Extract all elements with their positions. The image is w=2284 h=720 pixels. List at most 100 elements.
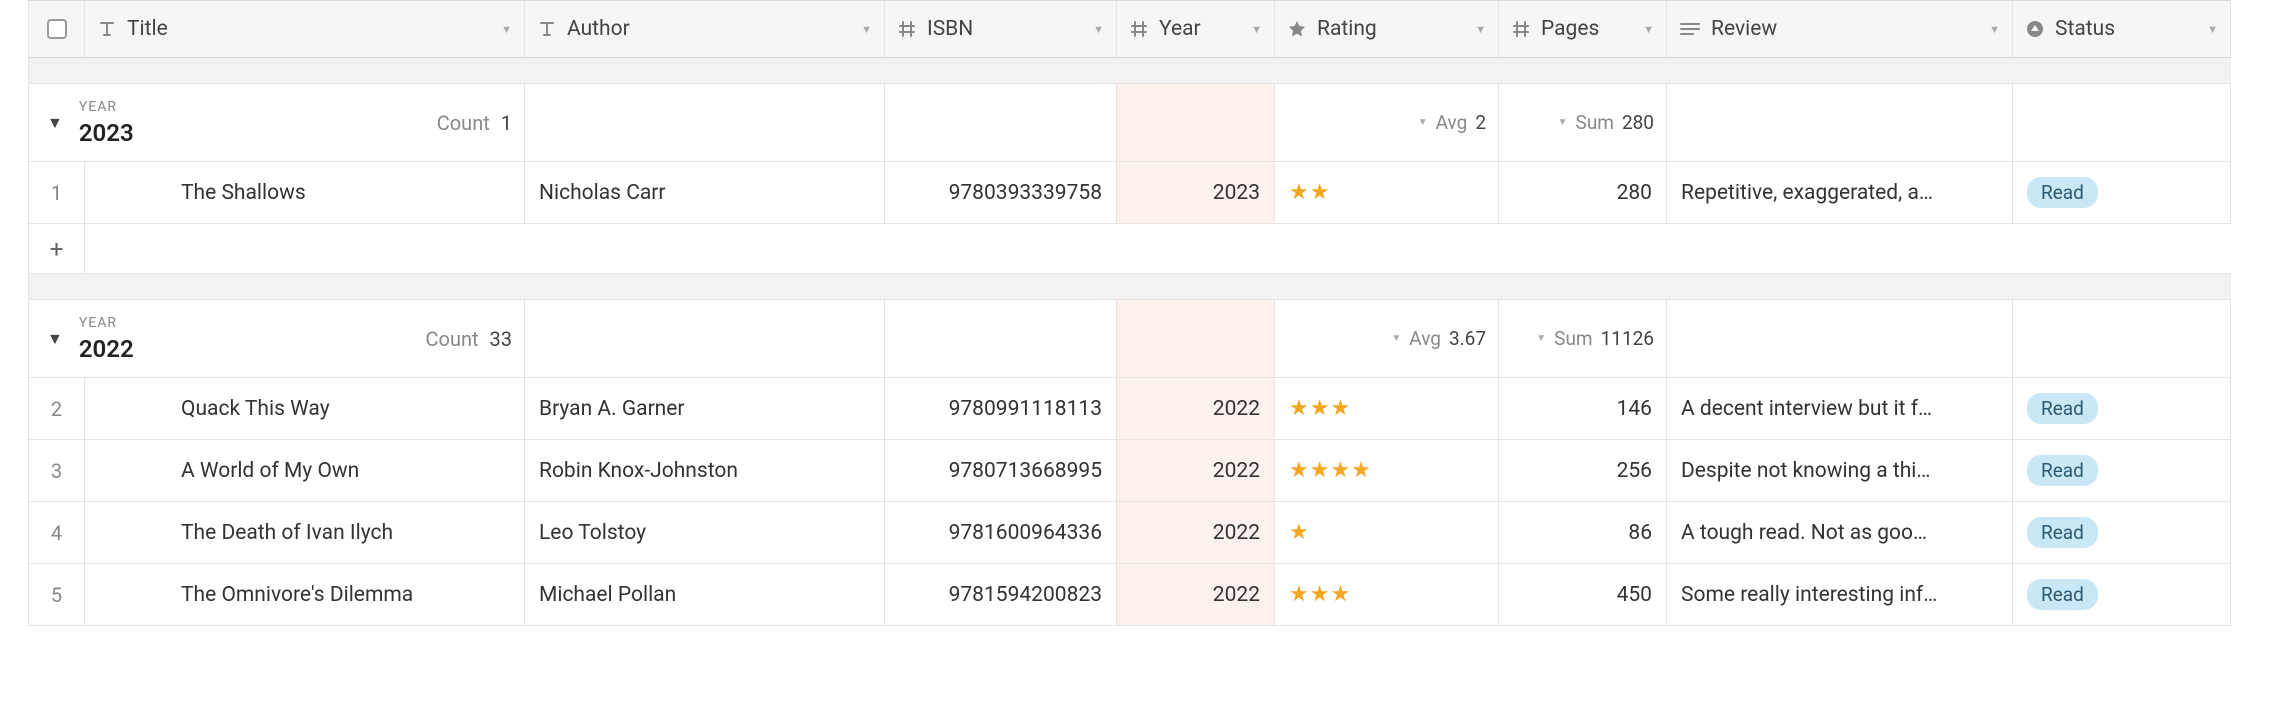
- column-header-rating[interactable]: Rating ▼: [1275, 0, 1499, 58]
- longtext-type-icon: [1679, 19, 1701, 39]
- group-rating-avg[interactable]: ▼Avg3.67: [1275, 300, 1499, 378]
- column-status-label: Status: [2055, 17, 2203, 41]
- cell-year[interactable]: 2022: [1117, 502, 1275, 564]
- status-badge: Read: [2027, 517, 2098, 548]
- cell-title[interactable]: A World of My Own: [85, 440, 525, 502]
- cell-rating[interactable]: ★★★★: [1275, 440, 1499, 502]
- chevron-down-icon[interactable]: ▼: [1093, 23, 1104, 36]
- cell-rating[interactable]: ★: [1275, 502, 1499, 564]
- cell-isbn[interactable]: 9781594200823: [885, 564, 1117, 626]
- chevron-down-icon[interactable]: ▼: [1475, 23, 1486, 36]
- collapse-icon[interactable]: ▼: [47, 113, 63, 133]
- cell-author[interactable]: Michael Pollan: [525, 564, 885, 626]
- chevron-down-icon[interactable]: ▼: [861, 23, 872, 36]
- collapse-icon[interactable]: ▼: [47, 329, 63, 349]
- cell-review[interactable]: Repetitive, exaggerated, a…: [1667, 162, 2013, 224]
- group-count: Count 1: [437, 111, 512, 135]
- star-icon: ★★★★: [1289, 458, 1372, 483]
- group-value: 2023: [79, 119, 134, 147]
- column-header-year[interactable]: Year ▼: [1117, 0, 1275, 58]
- select-type-icon: [2025, 19, 2045, 39]
- plus-icon[interactable]: +: [29, 224, 85, 273]
- group-rating-avg[interactable]: ▼Avg2: [1275, 84, 1499, 162]
- group-spacer: [29, 274, 2231, 300]
- row-index[interactable]: 3: [29, 440, 85, 502]
- group-spacer: [29, 58, 2231, 84]
- row-index[interactable]: 1: [29, 162, 85, 224]
- add-row[interactable]: +: [29, 224, 2231, 274]
- cell-isbn[interactable]: 9780991118113: [885, 378, 1117, 440]
- cell-status[interactable]: Read: [2013, 502, 2231, 564]
- cell-title[interactable]: Quack This Way: [85, 378, 525, 440]
- column-header-author[interactable]: Author ▼: [525, 0, 885, 58]
- cell-pages[interactable]: 280: [1499, 162, 1667, 224]
- cell-rating[interactable]: ★★: [1275, 162, 1499, 224]
- column-rating-label: Rating: [1317, 17, 1471, 41]
- column-header-status[interactable]: Status ▼: [2013, 0, 2231, 58]
- cell-rating[interactable]: ★★★: [1275, 378, 1499, 440]
- cell-status[interactable]: Read: [2013, 564, 2231, 626]
- status-badge: Read: [2027, 393, 2098, 424]
- cell-author[interactable]: Leo Tolstoy: [525, 502, 885, 564]
- star-icon: ★★★: [1289, 582, 1351, 607]
- cell-author[interactable]: Robin Knox-Johnston: [525, 440, 885, 502]
- group-count: Count 33: [426, 327, 512, 351]
- cell-status[interactable]: Read: [2013, 378, 2231, 440]
- cell-year[interactable]: 2022: [1117, 564, 1275, 626]
- column-header-review[interactable]: Review ▼: [1667, 0, 2013, 58]
- cell-pages[interactable]: 86: [1499, 502, 1667, 564]
- cell-isbn[interactable]: 9780713668995: [885, 440, 1117, 502]
- cell-isbn[interactable]: 9781600964336: [885, 502, 1117, 564]
- row-index[interactable]: 4: [29, 502, 85, 564]
- cell-year[interactable]: 2022: [1117, 440, 1275, 502]
- row-index[interactable]: 2: [29, 378, 85, 440]
- chevron-down-icon: ▼: [1536, 333, 1546, 344]
- chevron-down-icon[interactable]: ▼: [1251, 23, 1262, 36]
- row-index[interactable]: 5: [29, 564, 85, 626]
- cell-rating[interactable]: ★★★: [1275, 564, 1499, 626]
- chevron-down-icon[interactable]: ▼: [1643, 23, 1654, 36]
- cell-review[interactable]: Despite not knowing a thi…: [1667, 440, 2013, 502]
- cell-year[interactable]: 2022: [1117, 378, 1275, 440]
- cell-status[interactable]: Read: [2013, 440, 2231, 502]
- select-all-checkbox[interactable]: [47, 19, 67, 39]
- group-header[interactable]: ▼YEAR2022Count 33: [29, 300, 525, 378]
- column-header-title[interactable]: Title ▼: [85, 0, 525, 58]
- cell-status[interactable]: Read: [2013, 162, 2231, 224]
- chevron-down-icon: ▼: [1558, 117, 1568, 128]
- header-checkbox-cell[interactable]: [29, 0, 85, 58]
- number-type-icon: [1129, 19, 1149, 39]
- chevron-down-icon: ▼: [1391, 333, 1401, 344]
- star-icon: ★★★: [1289, 396, 1351, 421]
- group-pages-sum[interactable]: ▼Sum11126: [1499, 300, 1667, 378]
- group-pages-sum[interactable]: ▼Sum280: [1499, 84, 1667, 162]
- column-header-isbn[interactable]: ISBN ▼: [885, 0, 1117, 58]
- cell-title[interactable]: The Shallows: [85, 162, 525, 224]
- cell-pages[interactable]: 146: [1499, 378, 1667, 440]
- cell-review[interactable]: A tough read. Not as goo…: [1667, 502, 2013, 564]
- group-field-label: YEAR: [79, 99, 134, 115]
- cell-pages[interactable]: 256: [1499, 440, 1667, 502]
- group-cell-blank: [2013, 300, 2231, 378]
- cell-year[interactable]: 2023: [1117, 162, 1275, 224]
- cell-title[interactable]: The Omnivore's Dilemma: [85, 564, 525, 626]
- cell-author[interactable]: Nicholas Carr: [525, 162, 885, 224]
- column-pages-label: Pages: [1541, 17, 1639, 41]
- group-field-label: YEAR: [79, 315, 134, 331]
- cell-author[interactable]: Bryan A. Garner: [525, 378, 885, 440]
- chevron-down-icon: ▼: [1418, 117, 1428, 128]
- chevron-down-icon[interactable]: ▼: [501, 23, 512, 36]
- chevron-down-icon[interactable]: ▼: [2207, 23, 2218, 36]
- cell-review[interactable]: A decent interview but it f…: [1667, 378, 2013, 440]
- column-header-pages[interactable]: Pages ▼: [1499, 0, 1667, 58]
- group-header[interactable]: ▼ YEAR 2023 Count 1: [29, 84, 525, 162]
- cell-pages[interactable]: 450: [1499, 564, 1667, 626]
- text-type-icon: [97, 19, 117, 39]
- number-type-icon: [897, 19, 917, 39]
- cell-review[interactable]: Some really interesting inf…: [1667, 564, 2013, 626]
- cell-isbn[interactable]: 9780393339758: [885, 162, 1117, 224]
- group-cell-blank: [1117, 84, 1275, 162]
- chevron-down-icon[interactable]: ▼: [1989, 23, 2000, 36]
- column-title-label: Title: [127, 17, 497, 41]
- cell-title[interactable]: The Death of Ivan Ilych: [85, 502, 525, 564]
